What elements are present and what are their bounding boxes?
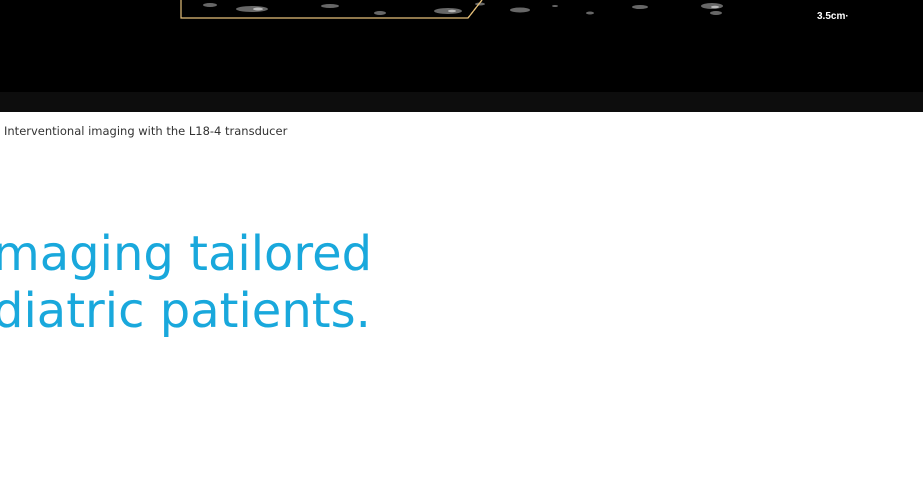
headline: maging tailored diatric patients. bbox=[0, 226, 372, 340]
depth-label: 3.5cm· bbox=[817, 11, 849, 22]
ultrasound-scan bbox=[0, 0, 923, 112]
headline-line-1: maging tailored bbox=[0, 226, 373, 282]
page: 3.5cm· Interventional imaging with the L… bbox=[0, 0, 923, 486]
headline-line-2: diatric patients. bbox=[0, 283, 371, 339]
figure-caption: Interventional imaging with the L18-4 tr… bbox=[4, 124, 288, 138]
ultrasound-image: 3.5cm· bbox=[0, 0, 923, 112]
